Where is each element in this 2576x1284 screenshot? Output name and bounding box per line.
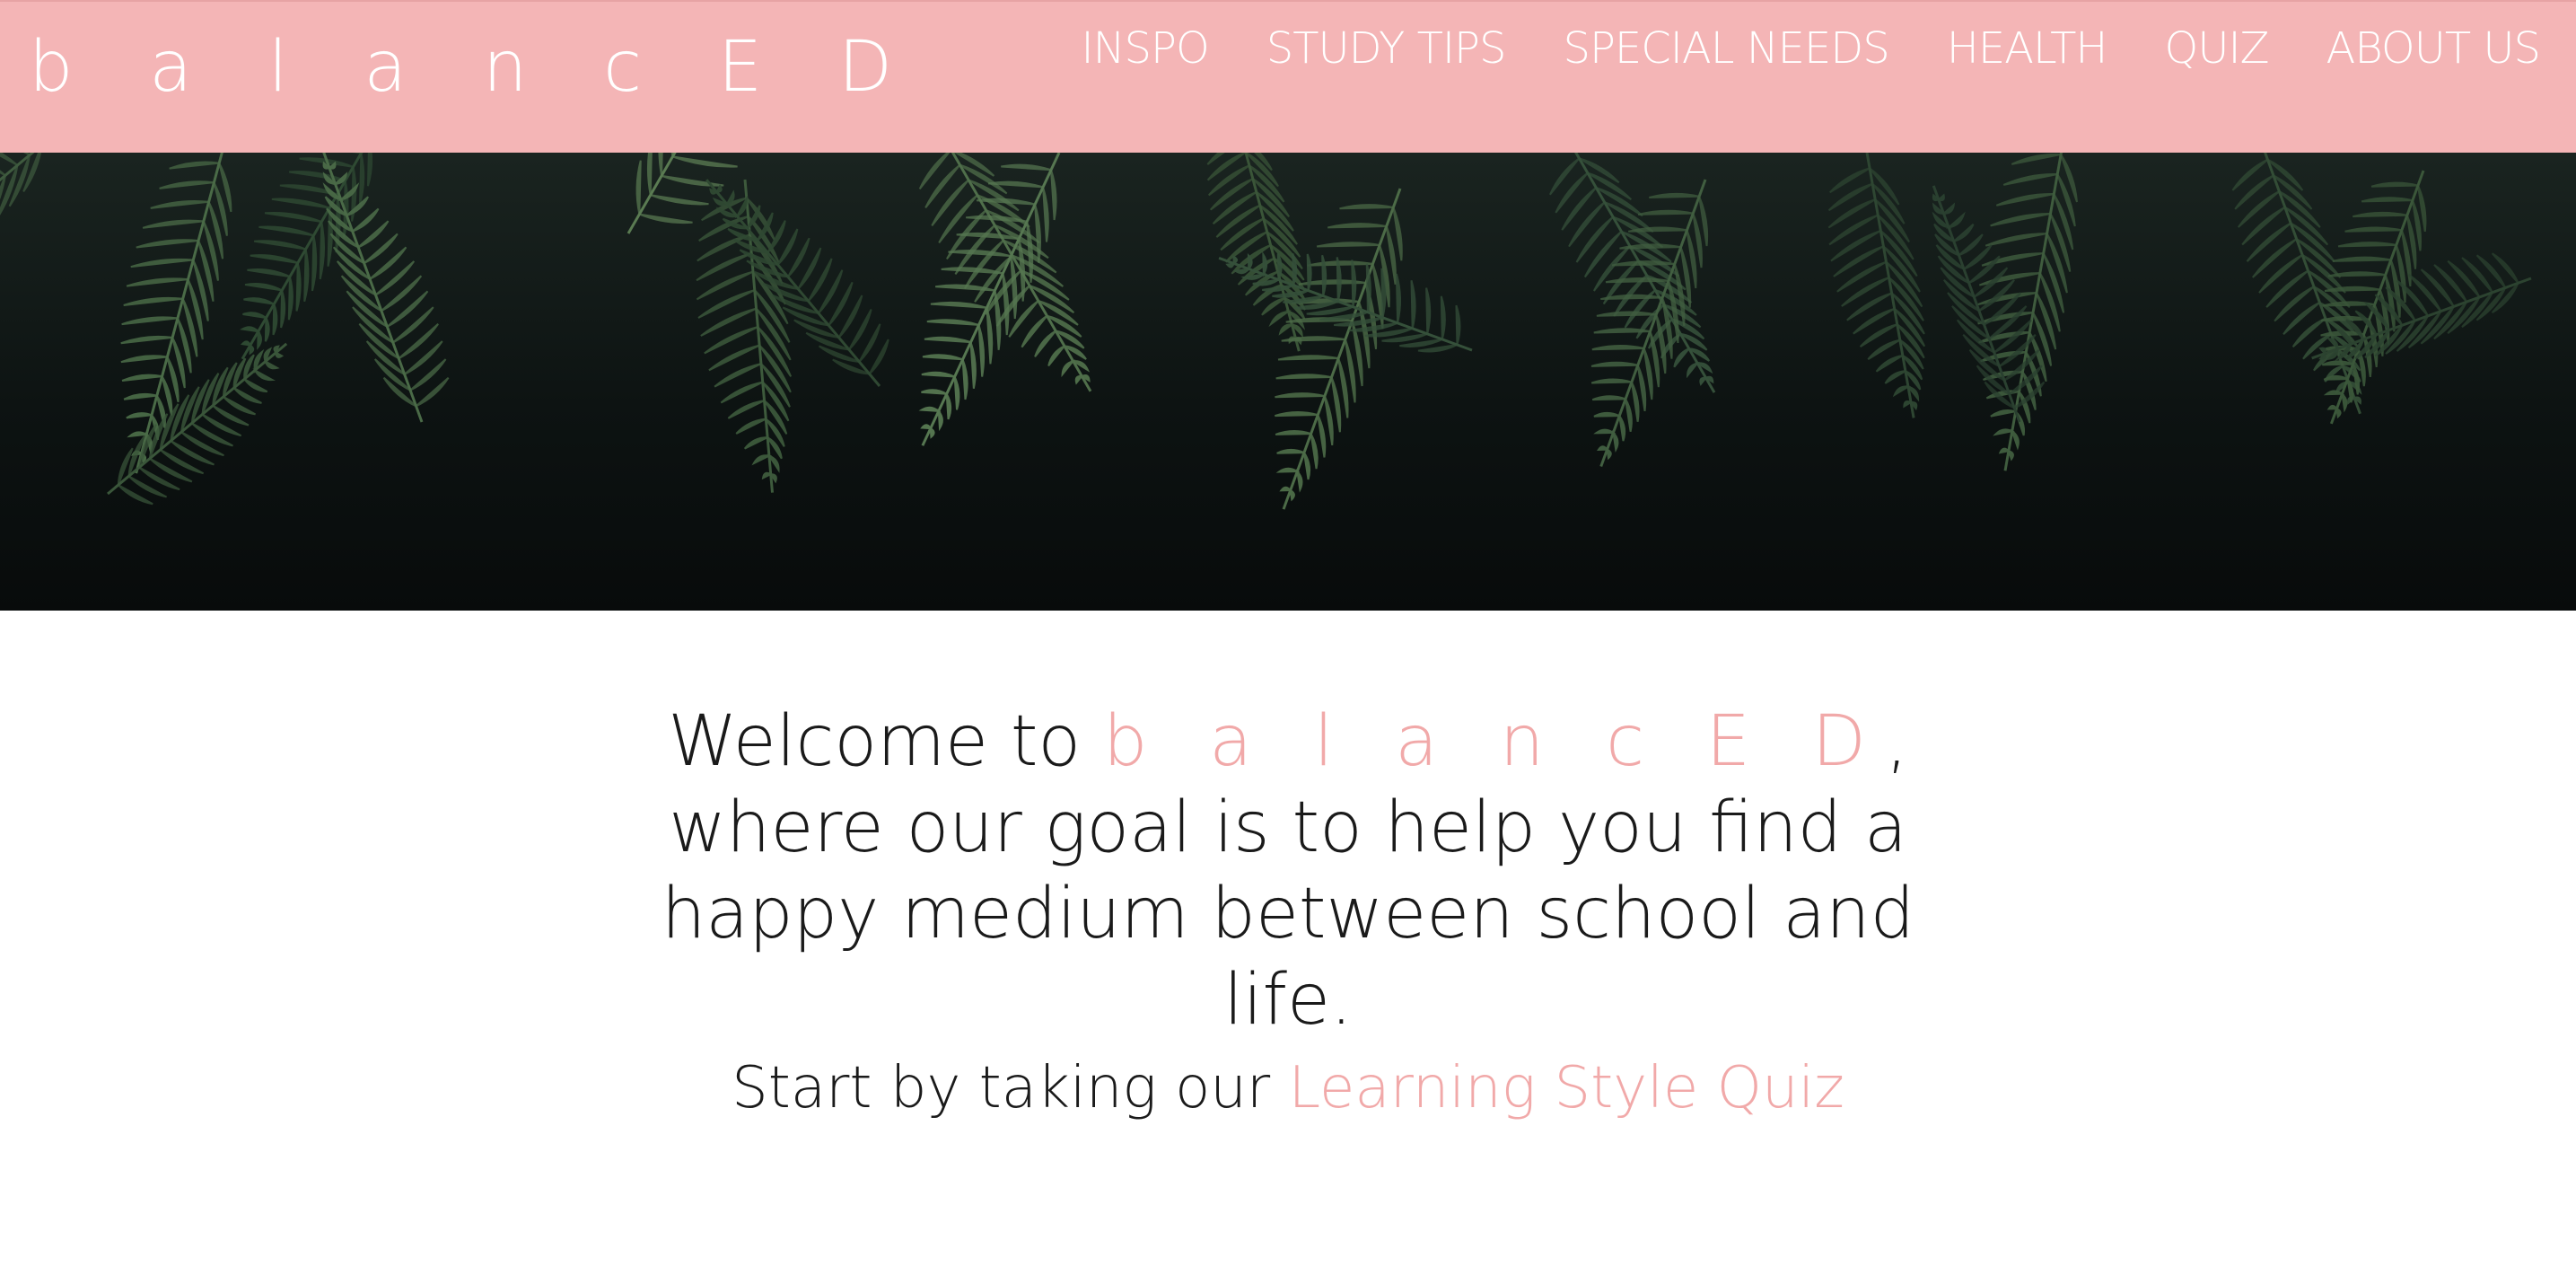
frond-leaflet xyxy=(929,427,935,439)
frond-leaflet xyxy=(249,343,255,356)
hero-banner-image xyxy=(0,153,2576,611)
learning-style-quiz-link[interactable]: Learning Style Quiz xyxy=(1289,1055,1844,1121)
frond-leaflet xyxy=(646,153,653,196)
frond-leaflet xyxy=(920,424,933,430)
frond-leaflet xyxy=(2335,407,2342,419)
quiz-call-to-action: Start by taking our Learning Style Quiz xyxy=(570,1052,2006,1124)
welcome-prefix: Welcome to xyxy=(668,701,1103,782)
nav-item-quiz[interactable]: QUIZ xyxy=(2165,14,2270,83)
nav-item-study-tips[interactable]: STUDY TIPS xyxy=(1266,14,1507,83)
brand-logo-link[interactable]: b a l a n c E D xyxy=(29,18,919,117)
welcome-brand-name: b a l a n c E D xyxy=(1102,701,1886,782)
frond-leaflet xyxy=(1998,447,2011,454)
frond-leaflet xyxy=(1606,447,1612,461)
nav-item-about-us[interactable]: ABOUT US xyxy=(2326,14,2541,83)
frond-leaflet xyxy=(1232,255,1239,266)
frond-leaflet xyxy=(240,340,252,347)
palm-leaves-image xyxy=(0,153,2576,611)
frond-leaflet xyxy=(1225,262,1236,268)
frond-leaflet xyxy=(2326,404,2339,410)
nav-item-special-needs[interactable]: SPECIAL NEEDS xyxy=(1563,14,1889,83)
nav-item-health[interactable]: HEALTH xyxy=(1947,14,2108,83)
nav-menu: INSPO STUDY TIPS SPECIAL NEEDS HEALTH QU… xyxy=(1081,14,2541,83)
cta-prefix: Start by taking our xyxy=(732,1055,1289,1121)
top-navbar: b a l a n c E D INSPO STUDY TIPS SPECIAL… xyxy=(0,0,2576,153)
frond-leaflet xyxy=(1596,445,1609,451)
welcome-heading: Welcome to b a l a n c E D, where our go… xyxy=(660,699,1916,1043)
frond-leaflet xyxy=(1279,486,1292,492)
frond-leaflet xyxy=(1289,488,1295,502)
nav-item-inspo[interactable]: INSPO xyxy=(1081,14,1209,83)
main-content: Welcome to b a l a n c E D, where our go… xyxy=(0,611,2576,1284)
